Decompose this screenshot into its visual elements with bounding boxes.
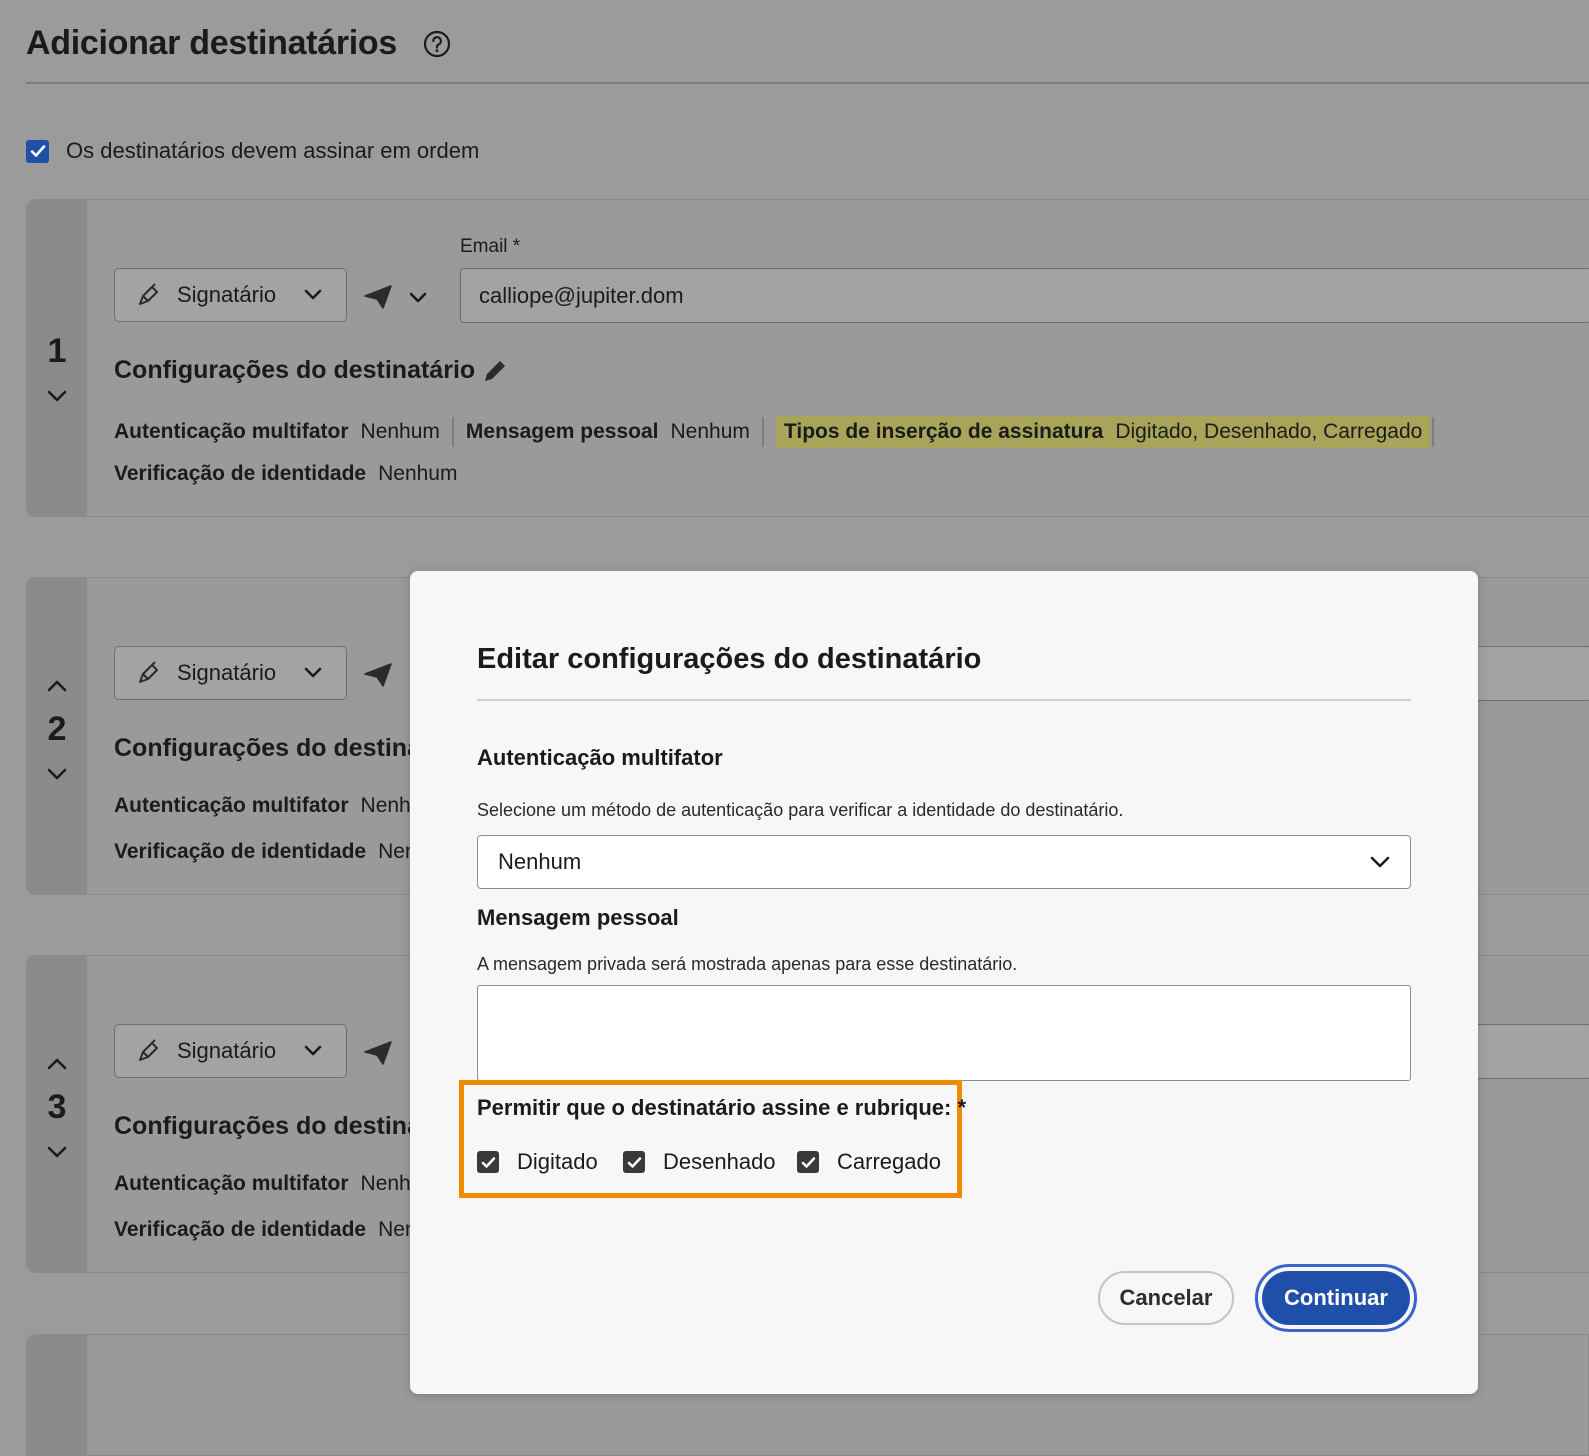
recipient-rail: 3 — [27, 956, 87, 1272]
personal-message-textarea[interactable] — [477, 985, 1411, 1081]
personal-message-value: Nenhum — [670, 420, 750, 443]
signature-types-highlight: Tipos de inserção de assinatura Digitado… — [775, 416, 1431, 448]
page-header: Adicionar destinatários — [26, 24, 451, 63]
move-up-chevron-icon[interactable] — [45, 1056, 69, 1072]
chevron-down-icon — [1370, 856, 1390, 868]
recipient-rail: 1 — [27, 200, 87, 516]
recipient-settings-row-2: Verificação de identidade Ner — [114, 840, 412, 864]
sign-in-order-label: Os destinatários devem assinar em ordem — [66, 138, 480, 163]
role-dropdown[interactable]: Signatário — [114, 268, 347, 322]
recipient-settings-row-2: Verificação de identidade Nenhum — [114, 462, 457, 486]
recipient-settings-title: Configurações do destinat — [114, 1112, 430, 1140]
role-label: Signatário — [177, 660, 277, 685]
identity-check-label: Verificação de identidade — [114, 462, 367, 485]
mfa-heading: Autenticação multifator — [477, 745, 723, 770]
recipient-number: 1 — [47, 332, 67, 370]
mfa-label: Autenticação multifator — [114, 794, 349, 817]
personal-message-heading: Mensagem pessoal — [477, 905, 679, 930]
send-paper-plane-icon[interactable] — [363, 1040, 393, 1066]
role-label: Signatário — [177, 282, 277, 307]
recipient-settings-row-1: Autenticação multifator Nenh — [114, 794, 411, 818]
allow-signature-types-label: Permitir que o destinatário assine e rub… — [477, 1095, 967, 1120]
recipient-card-1: 1 Signatário Email * calliope@jupiter.do… — [26, 199, 1589, 517]
delivery-chevron-down-icon[interactable] — [409, 292, 427, 304]
question-circle-icon[interactable] — [423, 30, 451, 58]
sign-in-order-option[interactable]: Os destinatários devem assinar em ordem — [26, 138, 479, 164]
send-paper-plane-icon[interactable] — [363, 662, 393, 688]
mfa-value: Nenhum — [360, 420, 440, 443]
option-uploaded[interactable]: Carregado — [797, 1149, 941, 1175]
uploaded-checkbox[interactable] — [797, 1151, 819, 1173]
uploaded-label: Carregado — [837, 1149, 941, 1174]
recipient-rail: 2 — [27, 578, 87, 894]
personal-message-label: Mensagem pessoal — [465, 420, 659, 443]
mfa-selected-value: Nenhum — [498, 849, 582, 874]
recipient-settings-title: Configurações do destinat — [114, 734, 430, 762]
chevron-down-icon — [304, 667, 322, 678]
recipient-number: 2 — [47, 710, 67, 748]
divider — [1432, 417, 1435, 447]
drawn-checkbox[interactable] — [623, 1151, 645, 1173]
cancel-button[interactable]: Cancelar — [1098, 1271, 1234, 1325]
role-dropdown[interactable]: Signatário — [114, 1024, 347, 1078]
mfa-value: Nenh — [360, 1172, 411, 1195]
identity-check-value: Ner — [378, 1218, 412, 1241]
role-dropdown[interactable]: Signatário — [114, 646, 347, 700]
mfa-value: Nenh — [360, 794, 411, 817]
option-typed[interactable]: Digitado — [477, 1149, 598, 1175]
chevron-down-icon — [304, 1045, 322, 1056]
recipient-number: 3 — [47, 1088, 67, 1126]
signature-types-label: Tipos de inserção de assinatura — [783, 420, 1104, 443]
mfa-description: Selecione um método de autenticação para… — [477, 800, 1124, 820]
divider — [761, 417, 764, 447]
identity-check-value: Nenhum — [378, 462, 458, 485]
typed-checkbox[interactable] — [477, 1151, 499, 1173]
identity-check-label: Verificação de identidade — [114, 840, 367, 863]
move-down-chevron-icon[interactable] — [45, 1144, 69, 1160]
chevron-down-icon — [304, 289, 322, 300]
mfa-method-select[interactable]: Nenhum — [477, 835, 1411, 889]
sign-in-order-checkbox[interactable] — [26, 139, 49, 163]
continue-button[interactable]: Continuar — [1262, 1271, 1410, 1325]
recipient-settings-title: Configurações do destinatário — [114, 356, 476, 384]
divider — [451, 417, 454, 447]
signer-pen-icon — [139, 1039, 158, 1061]
mfa-label: Autenticação multifator — [114, 1172, 349, 1195]
email-input[interactable]: calliope@jupiter.dom — [460, 268, 1589, 323]
signature-types-value: Digitado, Desenhado, Carregado — [1115, 420, 1423, 443]
move-down-chevron-icon[interactable] — [45, 766, 69, 782]
edit-pencil-icon[interactable] — [481, 357, 509, 385]
send-paper-plane-icon[interactable] — [363, 284, 393, 310]
signer-pen-icon — [139, 283, 158, 305]
edit-recipient-settings-dialog: Editar configurações do destinatário Aut… — [410, 571, 1478, 1394]
dialog-title: Editar configurações do destinatário — [477, 643, 982, 675]
signer-pen-icon — [139, 661, 158, 683]
identity-check-label: Verificação de identidade — [114, 1218, 367, 1241]
required-mark: * — [512, 236, 521, 257]
recipient-settings-row-1: Autenticação multifator Nenhum Mensagem … — [114, 416, 1446, 448]
recipient-settings-row-1: Autenticação multifator Nenh — [114, 1172, 411, 1196]
personal-message-description: A mensagem privada será mostrada apenas … — [477, 954, 1018, 974]
email-label: Email * — [460, 236, 521, 257]
mfa-label: Autenticação multifator — [114, 420, 349, 443]
move-down-chevron-icon[interactable] — [45, 388, 69, 404]
dialog-divider — [477, 699, 1411, 701]
option-drawn[interactable]: Desenhado — [623, 1149, 776, 1175]
move-up-chevron-icon[interactable] — [45, 678, 69, 694]
page-title: Adicionar destinatários — [26, 24, 397, 62]
drawn-label: Desenhado — [663, 1149, 776, 1174]
role-label: Signatário — [177, 1038, 277, 1063]
recipient-settings-row-2: Verificação de identidade Ner — [114, 1218, 412, 1242]
recipient-rail — [27, 1335, 87, 1455]
email-value: calliope@jupiter.dom — [479, 282, 684, 308]
identity-check-value: Ner — [378, 840, 412, 863]
title-divider — [26, 82, 1589, 84]
typed-label: Digitado — [517, 1149, 598, 1174]
